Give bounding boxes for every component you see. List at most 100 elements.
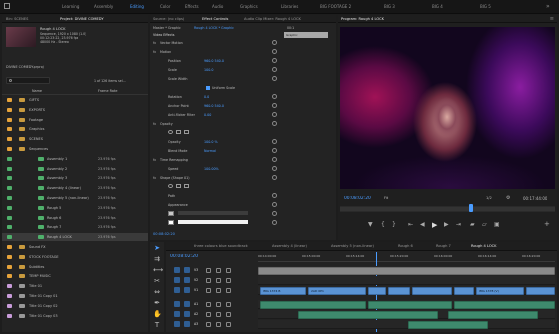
- track-target-button[interactable]: [184, 277, 190, 283]
- project-list-item[interactable]: Assembly 3 23.976 fps: [2, 174, 148, 182]
- label-color-swatch[interactable]: [7, 264, 12, 269]
- reset-parameter-icon[interactable]: [272, 175, 277, 180]
- label-color-swatch[interactable]: [7, 196, 12, 200]
- fx-clip-bar[interactable]: Graphic: [284, 32, 328, 38]
- reset-parameter-icon[interactable]: [272, 121, 277, 126]
- video-clip[interactable]: IMG 1374 B: [260, 286, 306, 295]
- ellipse-mask-icon[interactable]: [168, 130, 173, 134]
- reset-parameter-icon[interactable]: [272, 211, 277, 216]
- effect-section-row[interactable]: fx Motion: [150, 48, 282, 55]
- source-patch-button[interactable]: [174, 267, 180, 273]
- fx-badge-icon[interactable]: fx: [153, 176, 156, 180]
- slip-tool-icon[interactable]: ⇔: [153, 288, 161, 296]
- lock-icon[interactable]: [206, 288, 211, 293]
- tab-audio-clip-mixer[interactable]: Audio Clip Mixer: Rough 4 LOCK: [244, 17, 301, 21]
- mark-out-icon[interactable]: }: [392, 221, 396, 228]
- fx-badge-icon[interactable]: fx: [153, 158, 156, 162]
- tab-rough-7[interactable]: Rough 7: [436, 244, 451, 248]
- video-clip[interactable]: IMG 1378 (V): [476, 286, 524, 295]
- program-video-frame[interactable]: [340, 27, 555, 189]
- source-patch-button[interactable]: [174, 311, 180, 317]
- tab-assembly-5[interactable]: Assembly 5 (non-linear): [331, 244, 374, 248]
- effect-property-row[interactable]: Path: [150, 192, 282, 199]
- program-scrub-bar[interactable]: [340, 204, 555, 212]
- effect-property-row[interactable]: Appearance: [150, 201, 282, 208]
- fx-badge-icon[interactable]: fx: [153, 41, 156, 45]
- program-menu-icon[interactable]: ≡: [550, 16, 554, 22]
- tab-rough-4-lock[interactable]: Rough 4 LOCK: [471, 244, 497, 248]
- lock-icon[interactable]: [206, 312, 211, 317]
- track-select-icon[interactable]: ⇉: [153, 255, 161, 263]
- label-color-swatch[interactable]: [7, 166, 12, 171]
- tab-bin-scenes[interactable]: Bin: SCENES: [6, 17, 28, 21]
- sync-icon[interactable]: [216, 268, 221, 273]
- project-list-item[interactable]: Rough 5 23.976 fps: [2, 204, 148, 212]
- col-name-header[interactable]: Name: [32, 89, 42, 93]
- effect-section-row[interactable]: fx Vector Motion: [150, 39, 282, 46]
- label-color-swatch[interactable]: [7, 117, 12, 122]
- track-target-button[interactable]: [184, 267, 190, 273]
- tab-three-colours[interactable]: three colours blue soundtrack: [194, 244, 248, 248]
- source-patch-button[interactable]: [174, 287, 180, 293]
- sync-icon[interactable]: [216, 288, 221, 293]
- track-area[interactable]: IMG 1374 B 2AD 0P1 IMG 1378 (V): [258, 266, 555, 330]
- effect-property-row[interactable]: Position 960.0 540.0: [150, 57, 282, 64]
- track-header[interactable]: V2: [166, 276, 256, 285]
- label-color-swatch[interactable]: [7, 98, 12, 102]
- project-list-item[interactable]: Footage: [2, 116, 148, 124]
- workspaces-menu-icon[interactable]: »: [546, 3, 550, 10]
- rect-mask-icon[interactable]: [176, 130, 181, 134]
- eye-icon[interactable]: [226, 278, 231, 283]
- mark-in-icon[interactable]: {: [381, 221, 385, 228]
- go-to-in-icon[interactable]: ⇤: [408, 221, 413, 228]
- track-header[interactable]: A1: [166, 300, 256, 309]
- effect-property-row[interactable]: Rotation 0.0: [150, 93, 282, 100]
- label-color-swatch[interactable]: [7, 176, 12, 181]
- label-color-swatch[interactable]: [7, 294, 12, 298]
- settings-icon[interactable]: ⚙: [506, 195, 510, 201]
- rect-mask-icon[interactable]: [176, 184, 181, 188]
- effect-property-row[interactable]: [150, 183, 282, 190]
- project-list-item[interactable]: Rough 6 23.976 fps: [2, 214, 148, 222]
- type-tool-icon[interactable]: T: [153, 321, 161, 329]
- label-color-swatch[interactable]: [7, 274, 12, 279]
- effect-property-row[interactable]: Speed 100.00%: [150, 165, 282, 172]
- workspace-big-footage-2[interactable]: BIG FOOTAGE 2: [320, 4, 351, 9]
- video-clip[interactable]: [368, 286, 386, 295]
- source-patch-button[interactable]: [174, 277, 180, 283]
- fx-property-value[interactable]: 100.0: [204, 68, 213, 72]
- sequence-clip-label[interactable]: Rough 4 LOCK * Graphic: [194, 26, 234, 30]
- effect-section-row[interactable]: fx Time Remapping: [150, 156, 282, 163]
- tab-effect-controls[interactable]: Effect Controls: [202, 17, 228, 21]
- fx-badge-icon[interactable]: fx: [153, 122, 156, 126]
- search-input[interactable]: [6, 77, 50, 84]
- reset-parameter-icon[interactable]: [272, 220, 277, 225]
- workspace-color[interactable]: Color: [160, 4, 170, 9]
- tab-assembly-4[interactable]: Assembly 4 (linear): [272, 244, 307, 248]
- reset-parameter-icon[interactable]: [272, 202, 277, 207]
- effect-property-row[interactable]: Blend Mode Normal: [150, 147, 282, 154]
- effect-property-row[interactable]: Opacity 100.0 %: [150, 138, 282, 145]
- pen-mask-icon[interactable]: [184, 130, 189, 134]
- program-zoom-handle[interactable]: [340, 207, 555, 211]
- pen-mask-icon[interactable]: [184, 184, 189, 188]
- reset-parameter-icon[interactable]: [272, 58, 277, 63]
- fx-property-value[interactable]: 100.0 %: [204, 140, 218, 144]
- hand-tool-icon[interactable]: ✋: [153, 310, 162, 318]
- marker-icon[interactable]: ▼: [368, 221, 373, 228]
- label-color-swatch[interactable]: [7, 205, 12, 210]
- reset-parameter-icon[interactable]: [272, 67, 277, 72]
- audio-clip[interactable]: [298, 310, 438, 319]
- selection-tool-icon[interactable]: ➤: [153, 244, 161, 252]
- track-header[interactable]: A2: [166, 310, 256, 319]
- col-rate-header[interactable]: Frame Rate: [98, 89, 117, 93]
- color-value-field[interactable]: [178, 211, 248, 215]
- project-list-item[interactable]: Sequences: [2, 145, 148, 153]
- label-color-swatch[interactable]: [7, 156, 12, 161]
- workspace-big-5[interactable]: BIG 5: [480, 4, 491, 9]
- master-clip-label[interactable]: Master * Graphic: [153, 26, 181, 30]
- effect-property-row[interactable]: Fill: [150, 210, 282, 217]
- project-list-item[interactable]: Subtitles: [2, 263, 148, 271]
- effect-property-row[interactable]: Anchor Point 960.0 540.0: [150, 102, 282, 109]
- workspace-effects[interactable]: Effects: [185, 4, 199, 9]
